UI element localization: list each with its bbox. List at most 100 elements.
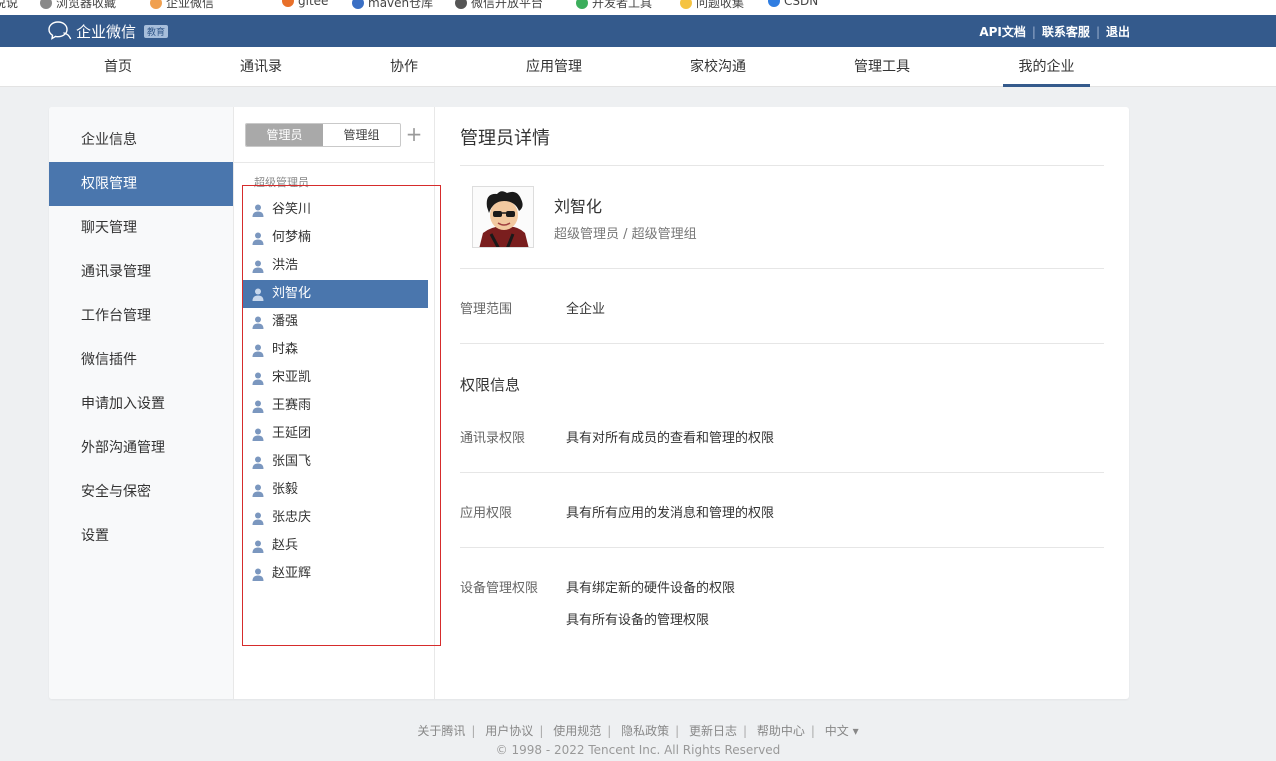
- divider: [460, 547, 1104, 548]
- bookmark-item[interactable]: 说说: [0, 0, 18, 11]
- nav-collaboration[interactable]: 协作: [388, 47, 420, 87]
- admin-list-item[interactable]: 刘智化: [242, 280, 428, 308]
- footer-link-privacy[interactable]: 隐私政策: [621, 724, 669, 738]
- nav-home[interactable]: 首页: [102, 47, 134, 87]
- user-icon: [252, 400, 264, 413]
- divider: |: [1095, 24, 1100, 39]
- admin-list-item-name: 赵亚辉: [272, 566, 312, 581]
- nav-home-school[interactable]: 家校沟通: [688, 47, 748, 87]
- user-icon: [252, 484, 264, 497]
- admin-list-item[interactable]: 王延团: [242, 420, 428, 448]
- user-icon: [252, 288, 264, 301]
- nav-admin-tools[interactable]: 管理工具: [852, 47, 912, 87]
- footer-link-changelog[interactable]: 更新日志: [689, 724, 737, 738]
- admin-list-item[interactable]: 王赛雨: [242, 392, 428, 420]
- sidebar-item-settings[interactable]: 设置: [49, 514, 233, 558]
- admin-list-panel: 管理员 管理组 + 超级管理员 谷笑川何梦楠 洪浩刘智化潘强 时森宋亚凯王赛雨王延团…: [233, 107, 435, 699]
- sidebar-item-enterprise-info[interactable]: 企业信息: [49, 118, 233, 162]
- edu-badge: 教育: [144, 24, 169, 38]
- user-icon: [252, 456, 264, 469]
- sidebar-item-security[interactable]: 安全与保密: [49, 470, 233, 514]
- divider: |: [471, 724, 476, 738]
- admin-list-item[interactable]: 谷笑川: [242, 196, 428, 224]
- bookmark-item[interactable]: 问题收集: [680, 0, 744, 11]
- device-permission-label: 设备管理权限: [460, 581, 539, 596]
- divider: |: [810, 724, 815, 738]
- admin-list-item[interactable]: 赵兵: [242, 532, 428, 560]
- admin-list-item[interactable]: 宋亚凯: [242, 364, 428, 392]
- footer-link-help[interactable]: 帮助中心: [757, 724, 805, 738]
- nav-my-enterprise[interactable]: 我的企业: [1003, 47, 1090, 87]
- divider: |: [742, 724, 748, 738]
- admin-list-item-name: 宋亚凯: [272, 370, 312, 385]
- bookmark-item[interactable]: CSDN: [768, 0, 818, 8]
- nav-app-management[interactable]: 应用管理: [524, 47, 584, 87]
- admin-list-item[interactable]: 张国飞: [242, 448, 428, 476]
- sidebar-item-workbench[interactable]: 工作台管理: [49, 294, 233, 338]
- app-permission-label: 应用权限: [460, 506, 513, 521]
- divider: |: [607, 724, 612, 738]
- admin-list-item[interactable]: 时森: [242, 336, 428, 364]
- language-selector[interactable]: 中文 ▾: [825, 724, 859, 738]
- browser-bookmarks-bar: 说说 浏览器收藏 企业微信 gitee maven仓库 微信开放平台 开发者工具…: [0, 0, 1276, 15]
- divider: [460, 472, 1104, 473]
- user-icon: [252, 512, 264, 525]
- plus-icon[interactable]: +: [405, 122, 423, 146]
- admin-list-item[interactable]: 赵亚辉: [242, 560, 428, 588]
- bookmark-item[interactable]: maven仓库: [352, 0, 433, 11]
- device-permission-value: 具有绑定新的硬件设备的权限: [566, 581, 736, 596]
- bookmark-item[interactable]: gitee: [282, 0, 328, 8]
- user-icon: [252, 568, 264, 581]
- page-title: 管理员详情: [460, 128, 550, 149]
- contacts-permission-value: 具有对所有成员的查看和管理的权限: [566, 431, 775, 446]
- divider: |: [675, 724, 680, 738]
- bookmark-item[interactable]: 微信开放平台: [455, 0, 543, 11]
- admin-list-item[interactable]: 何梦楠: [242, 224, 428, 252]
- divider: [460, 343, 1104, 344]
- admin-list-item[interactable]: 潘强: [242, 308, 428, 336]
- user-icon: [252, 204, 264, 217]
- sidebar-item-chat-management[interactable]: 聊天管理: [49, 206, 233, 250]
- sidebar-item-wechat-plugin[interactable]: 微信插件: [49, 338, 233, 382]
- bookmark-item[interactable]: 企业微信: [150, 0, 214, 11]
- user-icon: [252, 316, 264, 329]
- admin-list-item-name: 谷笑川: [272, 202, 312, 217]
- bookmark-item[interactable]: 开发者工具: [576, 0, 652, 11]
- api-docs-link[interactable]: API文档: [979, 23, 1026, 40]
- sidebar-item-join-settings[interactable]: 申请加入设置: [49, 382, 233, 426]
- sidebar-item-external-contacts[interactable]: 外部沟通管理: [49, 426, 233, 470]
- chat-bubbles-icon: [48, 21, 72, 40]
- admin-list-item[interactable]: 张忠庆: [242, 504, 428, 532]
- nav-contacts[interactable]: 通讯录: [238, 47, 284, 87]
- permissions-title: 权限信息: [460, 376, 521, 394]
- admin-detail-panel: 管理员详情 刘智化 超级管理员 / 超级管理组 管理范围 全企业 权限信息 通讯…: [460, 107, 1105, 699]
- admin-list: 谷笑川何梦楠 洪浩刘智化潘强 时森宋亚凯王赛雨王延团张国飞张毅张忠庆赵兵赵亚辉: [242, 196, 428, 588]
- sidebar-item-permissions[interactable]: 权限管理: [49, 162, 233, 206]
- user-icon: [252, 260, 264, 273]
- footer-link-user-agreement[interactable]: 用户协议: [485, 724, 533, 738]
- footer-link-usage-rules[interactable]: 使用规范: [553, 724, 601, 738]
- tab-admin-groups[interactable]: 管理组: [323, 124, 400, 146]
- admin-list-item-name: 张毅: [272, 482, 299, 497]
- tab-admins[interactable]: 管理员: [246, 124, 323, 146]
- logout-link[interactable]: 退出: [1106, 23, 1130, 40]
- admin-list-item[interactable]: 张毅: [242, 476, 428, 504]
- app-permission-value: 具有所有应用的发消息和管理的权限: [566, 506, 775, 521]
- group-title: 超级管理员: [254, 176, 309, 189]
- sidebar: 企业信息 权限管理 聊天管理 通讯录管理 工作台管理 微信插件 申请加入设置 外…: [49, 107, 233, 699]
- user-icon: [252, 344, 264, 357]
- sidebar-item-contacts-management[interactable]: 通讯录管理: [49, 250, 233, 294]
- admin-list-item-name: 赵兵: [272, 538, 299, 553]
- scope-value: 全企业: [566, 302, 606, 317]
- footer-links: 关于腾讯 | 用户协议 | 使用规范 | 隐私政策 | 更新日志 | 帮助中心 | 中文 ▾: [0, 722, 1276, 739]
- bookmark-item[interactable]: 浏览器收藏: [40, 0, 116, 11]
- admin-list-item-name: 刘智化: [272, 286, 312, 301]
- logo[interactable]: 企业微信 教育: [48, 20, 169, 42]
- admin-tab-switcher: 管理员 管理组: [245, 123, 401, 147]
- admin-list-item[interactable]: 洪浩: [242, 252, 428, 280]
- admin-list-item-name: 王延团: [272, 426, 312, 441]
- main-nav: 首页 通讯录 协作 应用管理 家校沟通 管理工具 我的企业: [0, 47, 1276, 87]
- contact-support-link[interactable]: 联系客服: [1042, 23, 1090, 40]
- user-icon: [252, 232, 264, 245]
- footer-link-about[interactable]: 关于腾讯: [417, 724, 465, 738]
